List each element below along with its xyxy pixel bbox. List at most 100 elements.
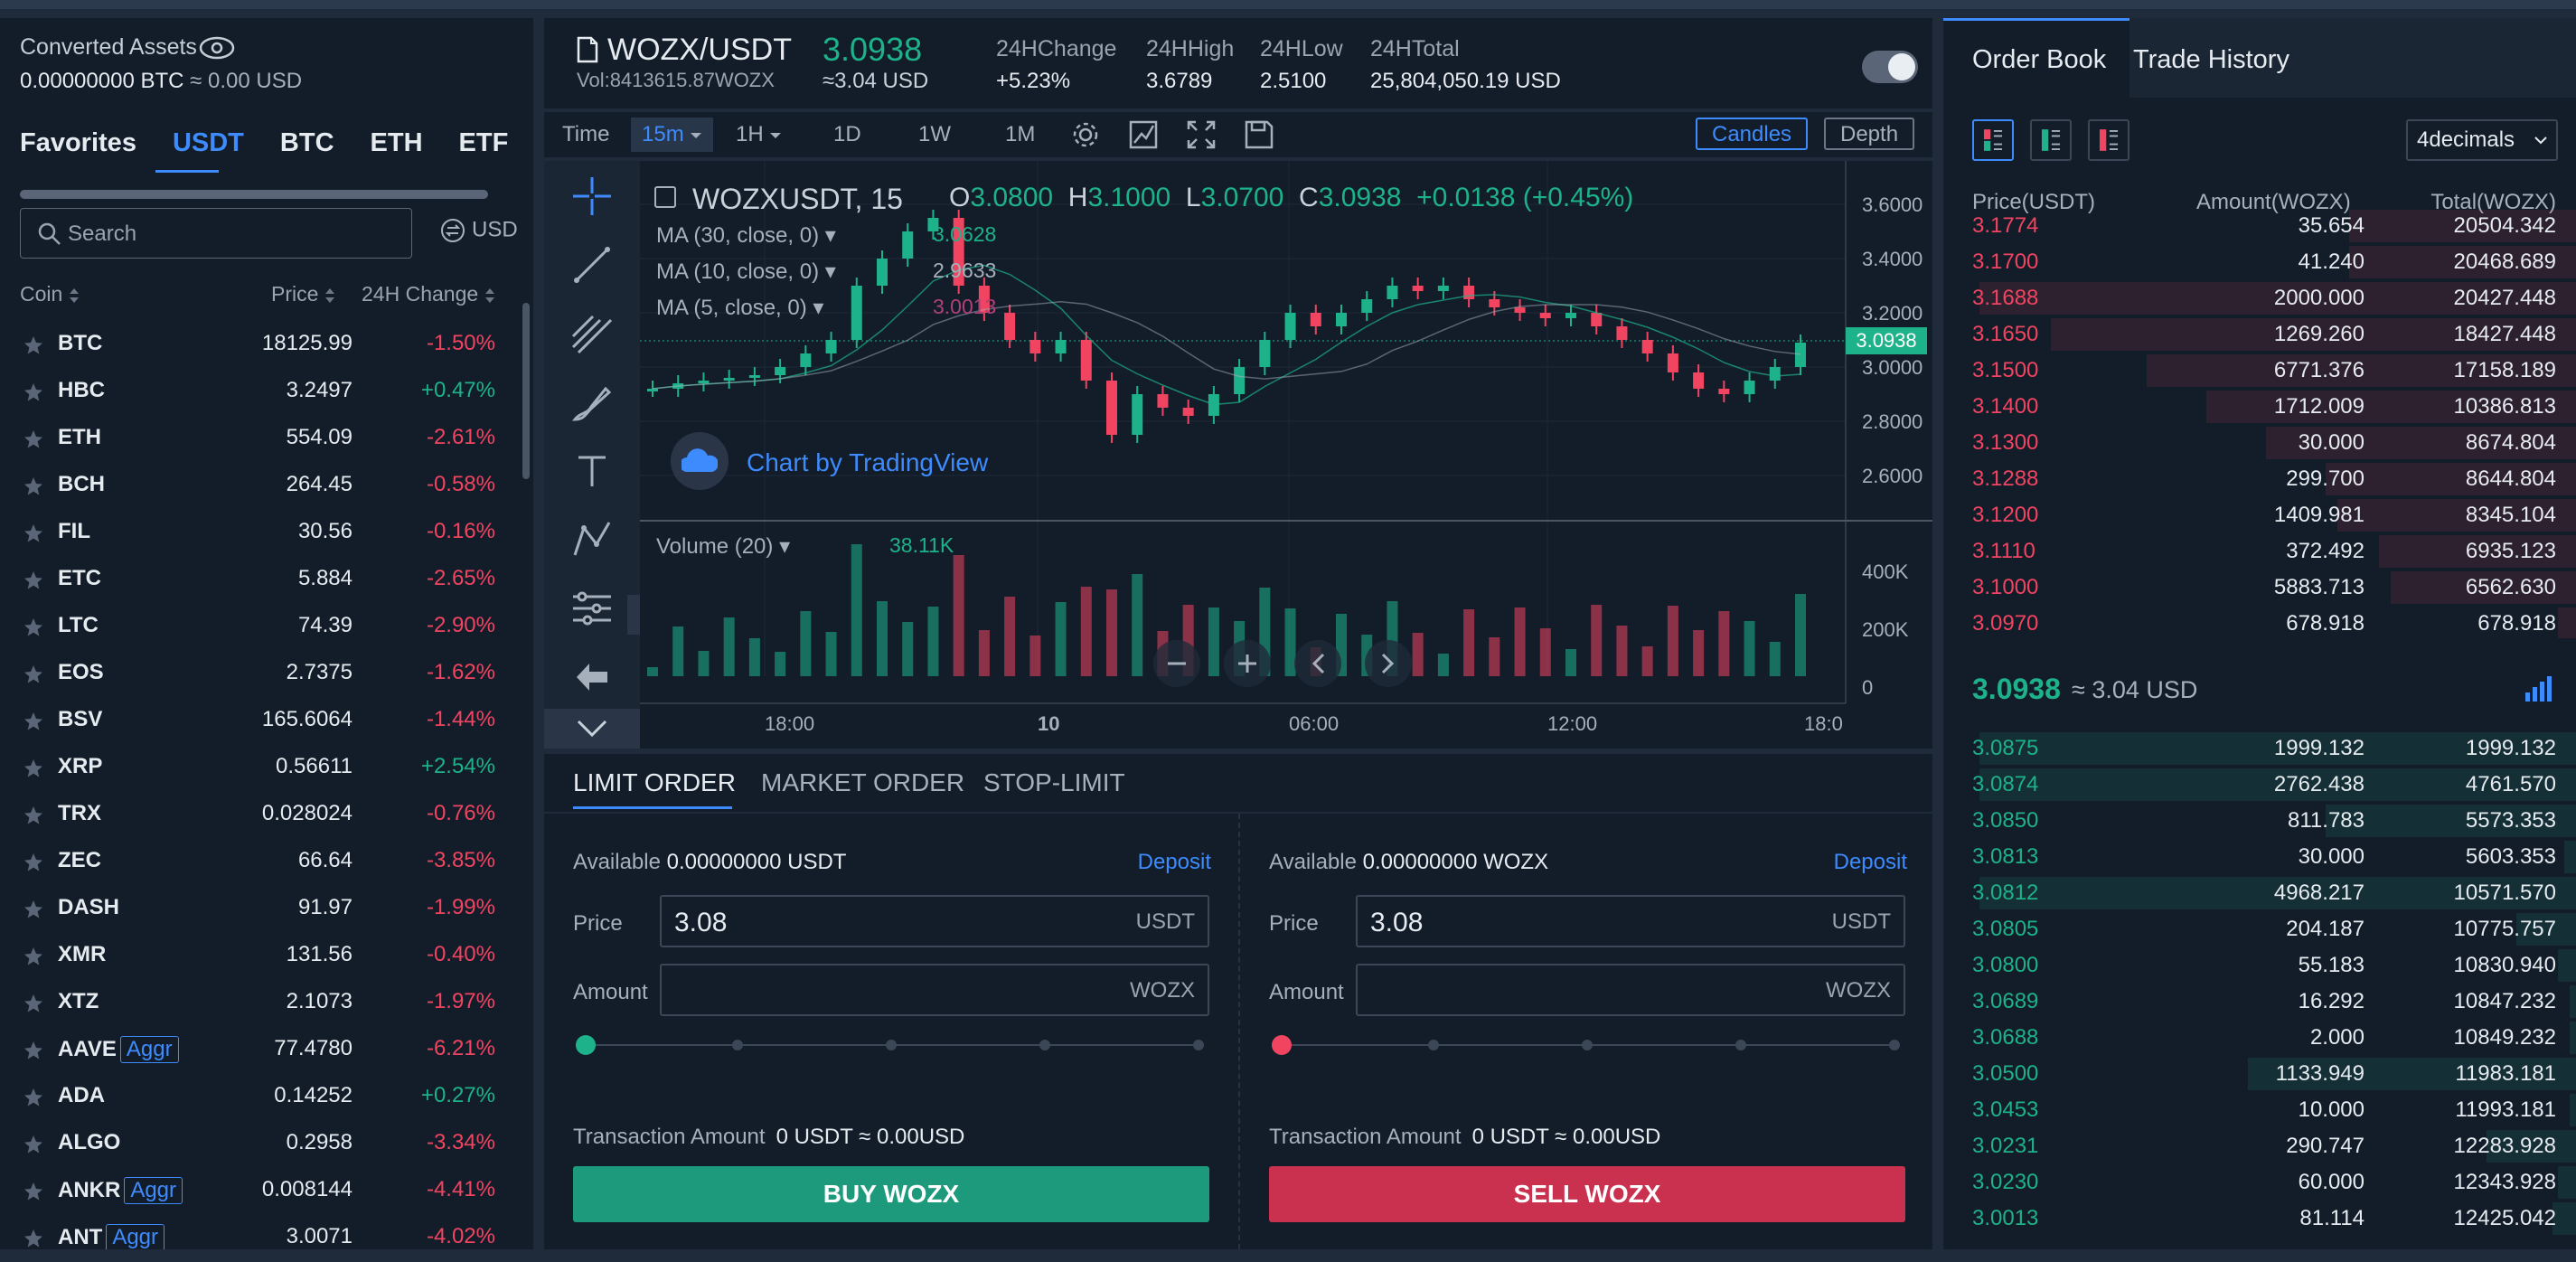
document-icon[interactable] (577, 36, 598, 63)
coin-row-algo[interactable]: ALGO 0.2958 -3.34% (0, 1121, 533, 1168)
ma-5-label[interactable]: MA (5, close, 0) ▾ (656, 295, 823, 321)
asks-only-icon[interactable] (2088, 119, 2129, 161)
tab-eth[interactable]: ETH (371, 128, 423, 158)
sell-amount-input[interactable]: WOZX (1356, 964, 1905, 1016)
star-icon[interactable] (24, 1041, 43, 1060)
bid-row[interactable]: 3.0688 2.000 10849.232 (1943, 1020, 2576, 1056)
tab-etf[interactable]: ETF (459, 128, 509, 158)
both-sides-icon[interactable] (1972, 119, 2014, 161)
ma-10-label[interactable]: MA (10, close, 0) ▾ (656, 259, 836, 285)
star-icon[interactable] (24, 476, 43, 496)
star-icon[interactable] (24, 382, 43, 402)
eye-icon[interactable] (199, 36, 235, 60)
ask-row[interactable]: 3.1288 299.700 8644.804 (1943, 461, 2576, 497)
ask-row[interactable]: 3.0970 678.918 678.918 (1943, 606, 2576, 638)
coin-row-bsv[interactable]: BSV 165.6064 -1.44% (0, 698, 533, 745)
star-icon[interactable] (24, 805, 43, 825)
interval-1m[interactable]: 1M (1005, 118, 1035, 152)
signal-bars-icon[interactable] (2524, 674, 2554, 702)
ask-row[interactable]: 3.1650 1269.260 18427.448 (1943, 316, 2576, 353)
col-price[interactable]: Price (271, 282, 336, 306)
ask-row[interactable]: 3.1400 1712.009 10386.813 (1943, 389, 2576, 425)
search-input[interactable]: Search (20, 208, 412, 259)
star-icon[interactable] (24, 946, 43, 966)
buy-amount-slider[interactable] (573, 1034, 1209, 1056)
star-icon[interactable] (24, 1182, 43, 1201)
bid-row[interactable]: 3.0874 2762.438 4761.570 (1943, 767, 2576, 803)
bid-row[interactable]: 3.0230 60.000 12343.928 (1943, 1164, 2576, 1201)
buy-deposit-link[interactable]: Deposit (1138, 850, 1211, 875)
sell-amount-slider[interactable] (1269, 1034, 1905, 1056)
ask-row[interactable]: 3.1300 30.000 8674.804 (1943, 425, 2576, 461)
star-icon[interactable] (24, 617, 43, 637)
tab-btc[interactable]: BTC (280, 128, 334, 158)
star-icon[interactable] (24, 570, 43, 590)
bid-row[interactable]: 3.0453 10.000 11993.181 (1943, 1092, 2576, 1128)
coin-row-trx[interactable]: TRX 0.028024 -0.76% (0, 792, 533, 839)
interval-1w[interactable]: 1W (918, 118, 951, 152)
star-icon[interactable] (24, 899, 43, 919)
save-icon[interactable] (1244, 119, 1274, 150)
bid-row[interactable]: 3.0800 55.183 10830.940 (1943, 947, 2576, 984)
currency-toggle[interactable]: USD (439, 217, 518, 244)
star-icon[interactable] (24, 1088, 43, 1107)
coin-row-ankr[interactable]: ANKR Aggr 0.008144 -4.41% (0, 1168, 533, 1215)
coin-row-hbc[interactable]: HBC 3.2497 +0.47% (0, 369, 533, 416)
interval-15m[interactable]: 15m (631, 118, 713, 152)
sell-price-input[interactable]: 3.08 USDT (1356, 895, 1905, 947)
col-coin[interactable]: Coin (20, 282, 80, 306)
star-icon[interactable] (24, 523, 43, 543)
coin-row-aave[interactable]: AAVE Aggr 77.4780 -6.21% (0, 1027, 533, 1074)
theme-toggle[interactable] (1862, 51, 1918, 83)
coin-row-zec[interactable]: ZEC 66.64 -3.85% (0, 839, 533, 886)
bids-only-icon[interactable] (2030, 119, 2072, 161)
tab-usdt[interactable]: USDT (173, 128, 244, 158)
ask-row[interactable]: 3.1200 1409.981 8345.104 (1943, 497, 2576, 533)
star-icon[interactable] (24, 711, 43, 731)
star-icon[interactable] (24, 1135, 43, 1154)
bid-row[interactable]: 3.0500 1133.949 11983.181 (1943, 1056, 2576, 1092)
tab-favorites[interactable]: Favorites (20, 128, 136, 158)
gear-icon[interactable] (1070, 119, 1101, 150)
ask-row[interactable]: 3.1688 2000.000 20427.448 (1943, 280, 2576, 316)
star-icon[interactable] (24, 429, 43, 449)
coin-row-ada[interactable]: ADA 0.14252 +0.27% (0, 1074, 533, 1121)
buy-button[interactable]: BUY WOZX (573, 1166, 1209, 1222)
ma-30-label[interactable]: MA (30, close, 0) ▾ (656, 222, 836, 249)
depth-button[interactable]: Depth (1824, 118, 1915, 150)
tab-stop-limit[interactable]: STOP-LIMIT (983, 768, 1125, 797)
bid-row[interactable]: 3.0875 1999.132 1999.132 (1943, 730, 2576, 767)
coin-row-eth[interactable]: ETH 554.09 -2.61% (0, 416, 533, 463)
bid-row[interactable]: 3.0813 30.000 5603.353 (1943, 839, 2576, 875)
tab-limit-order[interactable]: LIMIT ORDER (573, 768, 736, 797)
coin-row-xtz[interactable]: XTZ 2.1073 -1.97% (0, 980, 533, 1027)
tab-order-book[interactable]: Order Book (1972, 45, 2106, 75)
decimals-select[interactable]: 4decimals (2406, 119, 2558, 161)
ask-row[interactable]: 3.1000 5883.713 6562.630 (1943, 570, 2576, 606)
star-icon[interactable] (24, 664, 43, 684)
star-icon[interactable] (24, 335, 43, 355)
interval-1h[interactable]: 1H (736, 118, 782, 152)
indicator-icon[interactable] (1128, 119, 1159, 150)
ask-row[interactable]: 3.1700 41.240 20468.689 (1943, 244, 2576, 280)
tradingview-link[interactable]: Chart by TradingView (747, 448, 988, 477)
sell-button[interactable]: SELL WOZX (1269, 1166, 1905, 1222)
coin-row-bch[interactable]: BCH 264.45 -0.58% (0, 463, 533, 510)
coin-row-dash[interactable]: DASH 91.97 -1.99% (0, 886, 533, 933)
coin-row-ltc[interactable]: LTC 74.39 -2.90% (0, 604, 533, 651)
collapse-legend-icon[interactable] (654, 186, 676, 208)
coin-row-fil[interactable]: FIL 30.56 -0.16% (0, 510, 533, 557)
ask-row[interactable]: 3.1500 6771.376 17158.189 (1943, 353, 2576, 389)
star-icon[interactable] (24, 758, 43, 778)
coin-row-eos[interactable]: EOS 2.7375 -1.62% (0, 651, 533, 698)
coin-row-xmr[interactable]: XMR 131.56 -0.40% (0, 933, 533, 980)
fullscreen-icon[interactable] (1186, 119, 1217, 150)
buy-amount-input[interactable]: WOZX (660, 964, 1209, 1016)
tabs-scrollbar[interactable] (20, 190, 488, 199)
coin-list-scrollbar[interactable] (522, 303, 530, 479)
chart-symbol[interactable]: WOZXUSDT, 15 (692, 183, 903, 216)
star-icon[interactable] (24, 852, 43, 872)
bid-row[interactable]: 3.0805 204.187 10775.757 (1943, 911, 2576, 947)
bid-row[interactable]: 3.0812 4968.217 10571.570 (1943, 875, 2576, 911)
volume-label[interactable]: Volume (20) ▾ (656, 533, 790, 560)
